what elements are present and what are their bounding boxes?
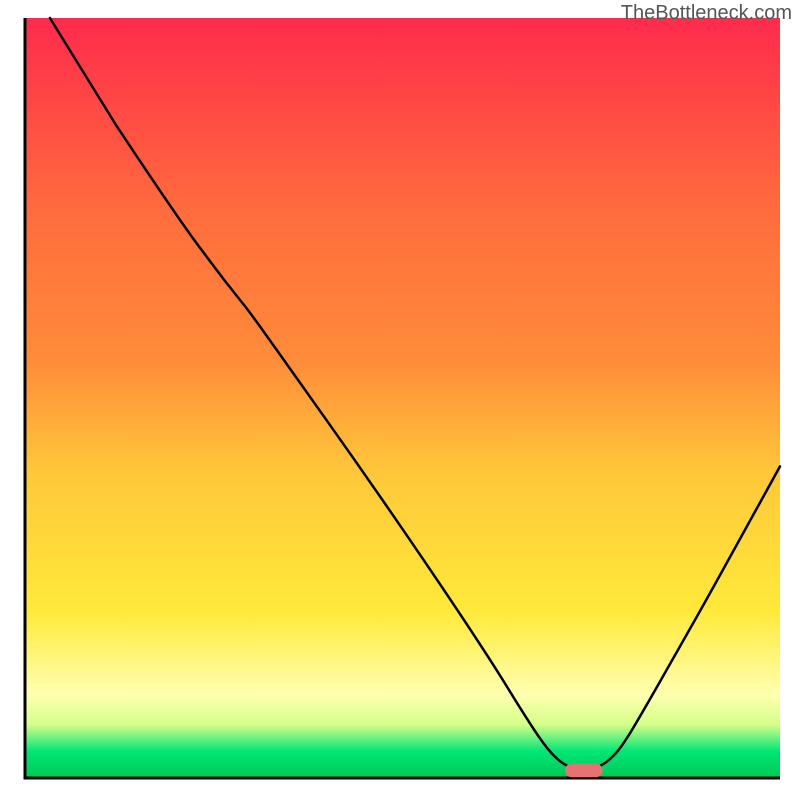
watermark-text: TheBottleneck.com [621,2,792,25]
plot-background [25,18,780,778]
optimal-marker [565,764,603,778]
chart-container: TheBottleneck.com [0,0,800,800]
bottleneck-chart [0,0,800,800]
